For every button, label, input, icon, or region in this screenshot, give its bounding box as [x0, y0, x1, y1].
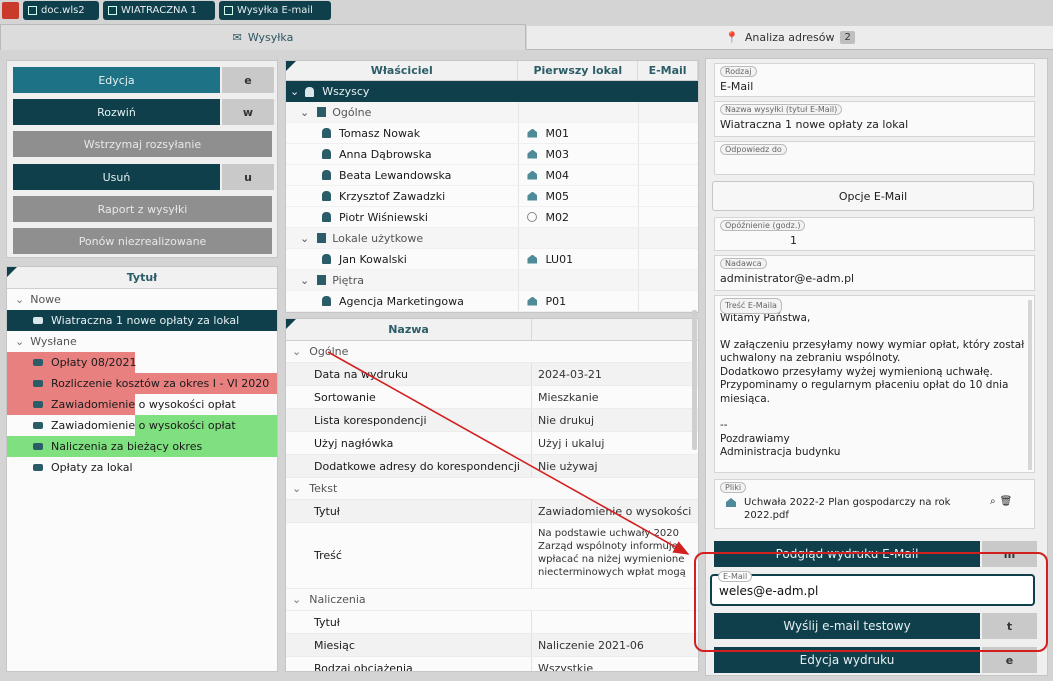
annotation-arrow — [327, 351, 690, 555]
